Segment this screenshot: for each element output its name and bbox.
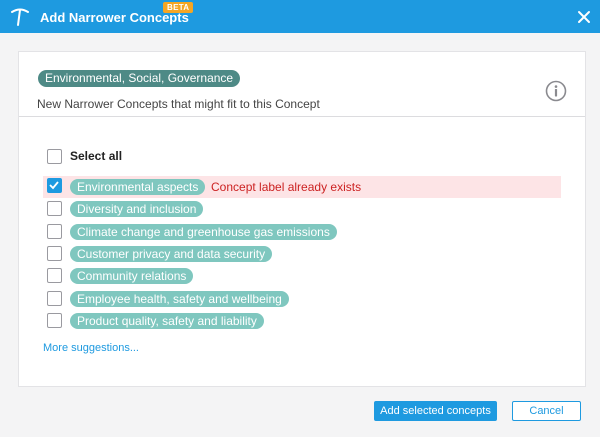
select-all-label: Select all [70, 149, 123, 163]
select-all-checkbox[interactable] [47, 149, 62, 164]
dialog-titlebar: Add Narrower Concepts BETA [0, 0, 600, 33]
error-message: Concept label already exists [211, 180, 362, 194]
concept-chip: Climate change and greenhouse gas emissi… [70, 224, 337, 240]
suggestions-panel: Environmental, Social, Governance New Na… [18, 51, 586, 387]
panel-divider [19, 116, 585, 117]
item-checkbox-employee[interactable] [47, 291, 62, 306]
add-selected-button[interactable]: Add selected concepts [374, 401, 497, 421]
item-checkbox-climate[interactable] [47, 224, 62, 239]
beta-badge: BETA [163, 2, 194, 13]
info-icon[interactable] [545, 80, 567, 102]
concept-chip: Community relations [70, 268, 194, 284]
item-checkbox-environmental-aspects[interactable] [47, 178, 62, 193]
panel-subtitle: New Narrower Concepts that might fit to … [37, 97, 320, 111]
concept-chip: Diversity and inclusion [70, 201, 204, 217]
cancel-button[interactable]: Cancel [512, 401, 581, 421]
concept-chip: Environmental aspects [70, 179, 206, 195]
concept-chip: Product quality, safety and liability [70, 313, 264, 329]
item-checkbox-privacy[interactable] [47, 246, 62, 261]
item-checkbox-community[interactable] [47, 268, 62, 283]
pickaxe-logo-icon [11, 8, 29, 26]
parent-concept-chip: Environmental, Social, Governance [38, 70, 241, 87]
close-icon[interactable] [575, 8, 593, 26]
concept-chip: Employee health, safety and wellbeing [70, 291, 289, 307]
more-suggestions-link[interactable]: More suggestions... [43, 342, 139, 354]
item-checkbox-product[interactable] [47, 313, 62, 328]
item-checkbox-diversity[interactable] [47, 201, 62, 216]
check-icon [49, 181, 59, 190]
concept-chip: Customer privacy and data security [70, 246, 273, 262]
